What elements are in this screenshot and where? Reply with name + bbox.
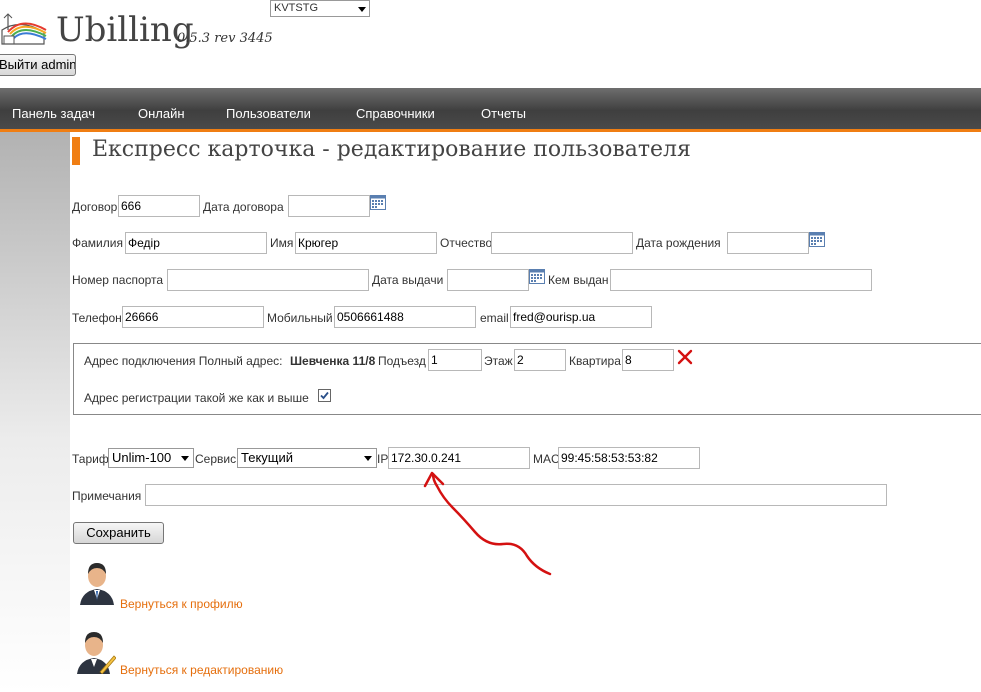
- email-label: email: [480, 311, 509, 325]
- service-select-value: Текущий: [241, 450, 293, 465]
- contract-date-field[interactable]: [288, 195, 370, 217]
- entrance-label: Подъезд: [378, 354, 426, 368]
- same-registration-checkbox[interactable]: [318, 389, 331, 402]
- name-field[interactable]: Крюгер: [295, 232, 437, 254]
- nav-item-directories[interactable]: Справочники: [356, 106, 435, 121]
- ubilling-logo-icon: [1, 13, 47, 45]
- same-registration-label: Адрес регистрации такой же как и выше: [84, 391, 309, 405]
- locale-select-value: KVTSTG: [274, 2, 319, 14]
- service-label: Сервис: [195, 452, 237, 466]
- mobile-label: Мобильный: [267, 311, 333, 325]
- passport-field[interactable]: [167, 269, 369, 291]
- calendar-icon[interactable]: [809, 231, 825, 247]
- contract-date-label: Дата договора: [203, 200, 284, 214]
- service-select[interactable]: Текущий: [237, 448, 377, 468]
- name-label: Имя: [270, 236, 294, 250]
- mac-label: MAC: [533, 452, 560, 466]
- issued-by-field[interactable]: [610, 269, 872, 291]
- tariff-label: Тариф: [72, 452, 109, 466]
- apartment-label: Квартира: [569, 354, 621, 368]
- tariff-select[interactable]: Unlim-100: [108, 448, 194, 468]
- title-accent-bar: [72, 137, 80, 165]
- issue-date-label: Дата выдачи: [372, 273, 444, 287]
- passport-label: Номер паспорта: [72, 273, 164, 287]
- calendar-icon[interactable]: [529, 268, 545, 284]
- version-label: 0.5.3 rev 3445: [177, 31, 273, 46]
- nav-item-reports[interactable]: Отчеты: [481, 106, 526, 121]
- entrance-field[interactable]: 1: [428, 349, 482, 371]
- phone-field[interactable]: 26666: [122, 306, 264, 328]
- ip-field[interactable]: 172.30.0.241: [388, 447, 530, 469]
- nav-item-dashboard[interactable]: Панель задач: [12, 106, 95, 121]
- chevron-down-icon: [364, 456, 372, 461]
- back-to-edit-link[interactable]: Вернуться к редактированию: [120, 663, 283, 677]
- floor-label: Этаж: [484, 354, 513, 368]
- back-to-profile-link[interactable]: Вернуться к профилю: [120, 597, 243, 611]
- birthdate-label: Дата рождения: [636, 236, 721, 250]
- tariff-select-value: Unlim-100: [112, 450, 172, 465]
- chevron-down-icon: [181, 456, 189, 461]
- ip-label: IP: [377, 452, 389, 466]
- chevron-down-icon: [358, 7, 366, 12]
- logout-button[interactable]: Выйти admin: [0, 54, 76, 76]
- surname-label: Фамилия: [72, 236, 123, 250]
- issued-by-label: Кем выдан: [548, 273, 609, 287]
- full-address-value: Шевченка 11/8: [290, 354, 376, 368]
- notes-label: Примечания: [72, 489, 142, 503]
- patronymic-field[interactable]: [491, 232, 633, 254]
- notes-field[interactable]: [145, 484, 887, 506]
- mac-field[interactable]: 99:45:58:53:53:82: [558, 447, 700, 469]
- phone-label: Телефон: [72, 311, 122, 325]
- patronymic-label: Отчество: [440, 236, 493, 250]
- floor-field[interactable]: 2: [514, 349, 566, 371]
- email-field[interactable]: fred@ourisp.ua: [510, 306, 652, 328]
- contract-label: Договор: [72, 200, 118, 214]
- user-edit-icon: [77, 632, 116, 674]
- nav-item-online[interactable]: Онлайн: [138, 106, 185, 121]
- birthdate-field[interactable]: [727, 232, 809, 254]
- checkmark-icon: [320, 391, 329, 400]
- save-button[interactable]: Сохранить: [73, 522, 164, 544]
- sidebar-gradient: [0, 132, 70, 692]
- main-nav: Панель задач Онлайн Пользователи Справоч…: [0, 88, 981, 129]
- locale-select[interactable]: KVTSTG: [270, 0, 370, 17]
- contract-field[interactable]: 666: [118, 195, 200, 217]
- issue-date-field[interactable]: [447, 269, 529, 291]
- user-profile-icon: [80, 563, 114, 605]
- nav-accent-line: [0, 129, 981, 132]
- brand-name: Ubilling: [56, 10, 194, 50]
- calendar-icon[interactable]: [370, 194, 386, 210]
- surname-field[interactable]: Федір: [125, 232, 267, 254]
- apartment-field[interactable]: 8: [622, 349, 674, 371]
- page-title: Експресс карточка - редактирование польз…: [92, 137, 691, 162]
- nav-item-users[interactable]: Пользователи: [226, 106, 311, 121]
- mobile-field[interactable]: 0506661488: [334, 306, 476, 328]
- address-prefix-label: Адрес подключения Полный адрес:: [84, 354, 283, 368]
- delete-icon[interactable]: [677, 349, 693, 365]
